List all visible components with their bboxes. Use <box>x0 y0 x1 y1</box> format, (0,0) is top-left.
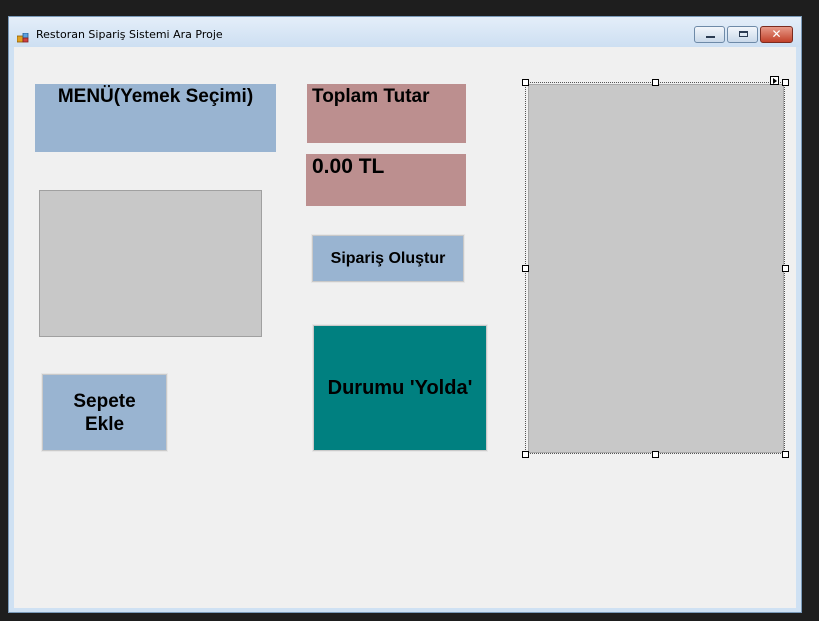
minimize-icon <box>706 36 715 38</box>
status-label: Durumu 'Yolda' <box>327 376 473 399</box>
close-button[interactable]: ✕ <box>760 26 793 43</box>
maximize-icon <box>739 31 748 37</box>
resize-handle-top-right[interactable] <box>782 79 789 86</box>
smart-tag-arrow-icon[interactable] <box>770 76 779 85</box>
resize-handle-right[interactable] <box>782 265 789 272</box>
add-to-cart-line1: Sepete <box>73 390 136 412</box>
app-window: Restoran Sipariş Sistemi Ara Proje ✕ MEN… <box>8 16 802 613</box>
create-order-button[interactable]: Sipariş Oluştur <box>311 234 465 283</box>
add-to-cart-label: Sepete Ekle <box>73 390 135 436</box>
resize-handle-left[interactable] <box>522 265 529 272</box>
total-title-label: Toplam Tutar <box>307 84 466 143</box>
menu-label: MENÜ(Yemek Seçimi) <box>35 84 276 152</box>
menu-listbox[interactable] <box>39 190 262 337</box>
total-value-label: 0.00 TL <box>306 154 466 206</box>
resize-handle-bottom[interactable] <box>652 451 659 458</box>
title-bar[interactable]: Restoran Sipariş Sistemi Ara Proje ✕ <box>9 17 801 47</box>
app-icon <box>16 28 29 43</box>
add-to-cart-button[interactable]: Sepete Ekle <box>41 373 168 452</box>
status-button[interactable]: Durumu 'Yolda' <box>312 324 488 452</box>
resize-handle-top[interactable] <box>652 79 659 86</box>
close-icon: ✕ <box>771 27 782 41</box>
window-title: Restoran Sipariş Sistemi Ara Proje <box>36 28 223 41</box>
cart-listbox[interactable] <box>528 84 784 453</box>
minimize-button[interactable] <box>694 26 725 43</box>
maximize-button[interactable] <box>727 26 758 43</box>
resize-handle-bottom-left[interactable] <box>522 451 529 458</box>
resize-handle-bottom-right[interactable] <box>782 451 789 458</box>
add-to-cart-line2: Ekle <box>84 413 125 435</box>
form-client-area: MENÜ(Yemek Seçimi) Toplam Tutar 0.00 TL … <box>14 47 796 608</box>
resize-handle-top-left[interactable] <box>522 79 529 86</box>
create-order-label: Sipariş Oluştur <box>330 249 446 267</box>
